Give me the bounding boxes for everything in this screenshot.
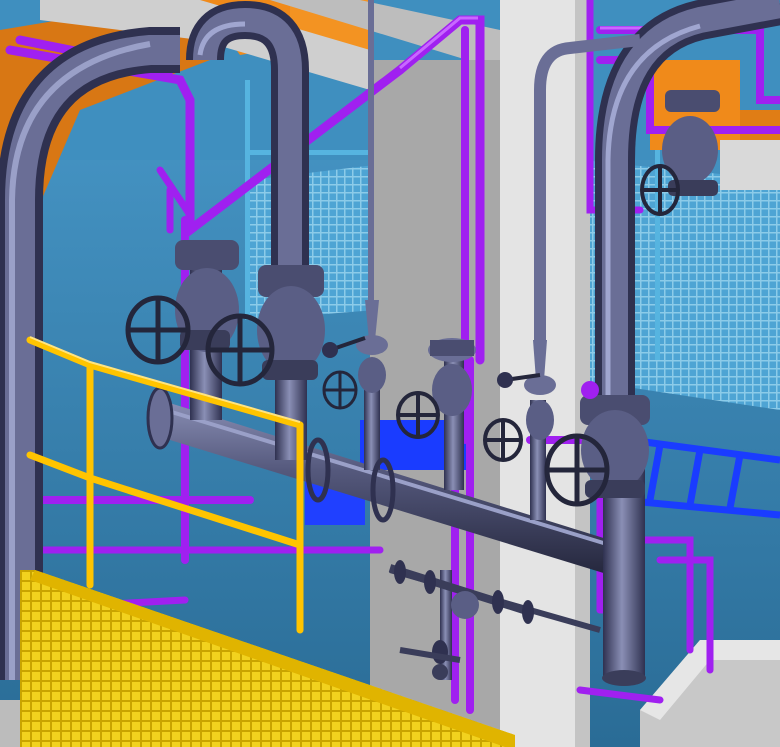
handwheel-valve-left[interactable] (125, 295, 191, 365)
handwheel-valve-top-right[interactable] (640, 164, 680, 216)
handwheel-globe-valve[interactable] (396, 391, 440, 439)
riser-valve-1 (364, 380, 380, 470)
cyan-rail (245, 80, 250, 320)
gate-valve-left (175, 240, 239, 352)
handwheel-small-valve-1[interactable] (322, 370, 358, 410)
small-line-1 (368, 0, 374, 300)
concrete-slab-right-top (720, 140, 780, 190)
handwheel-valve-right[interactable] (544, 433, 610, 507)
piping-model-viewport[interactable] (0, 0, 780, 747)
handwheel-small-valve-3[interactable] (483, 418, 523, 462)
handwheel-valve-mid[interactable] (205, 313, 275, 387)
gate-valve-right (580, 395, 650, 498)
